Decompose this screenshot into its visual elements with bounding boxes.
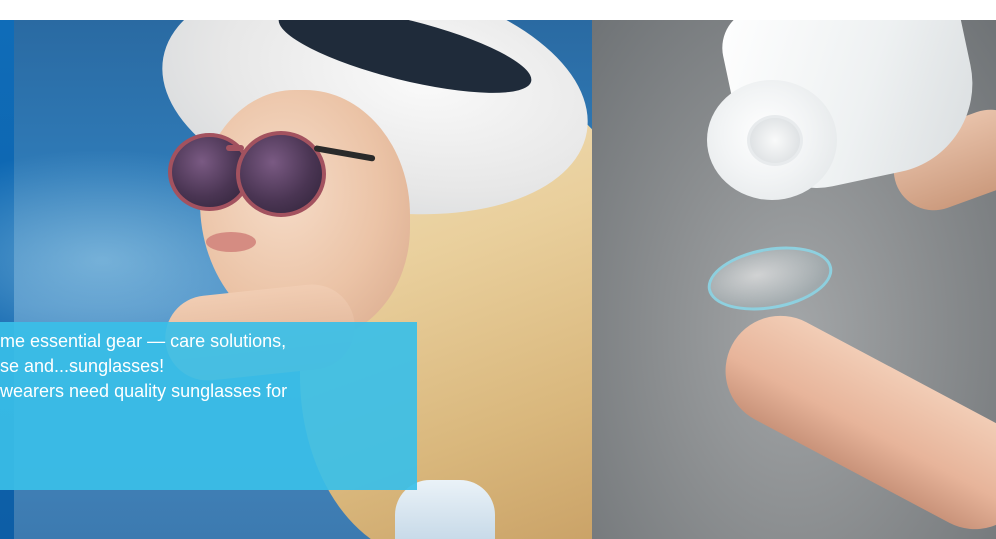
- glasses-bridge: [226, 145, 244, 151]
- caption-line-3: wearers need quality sunglasses for: [0, 381, 288, 401]
- top-margin: [0, 0, 996, 20]
- sunglasses-icon: [164, 123, 376, 223]
- caption-line-2: se and...sunglasses!: [0, 356, 165, 376]
- contact-lens-image: [592, 20, 996, 539]
- contact-lens-icon: [702, 237, 838, 320]
- finger-shape: [706, 296, 996, 539]
- lens-right: [236, 131, 326, 217]
- lips: [206, 232, 256, 252]
- caption-box: me essential gear — care solutions, se a…: [0, 322, 417, 490]
- bottle-nozzle: [747, 115, 803, 166]
- caption-line-1: me essential gear — care solutions,: [0, 331, 287, 351]
